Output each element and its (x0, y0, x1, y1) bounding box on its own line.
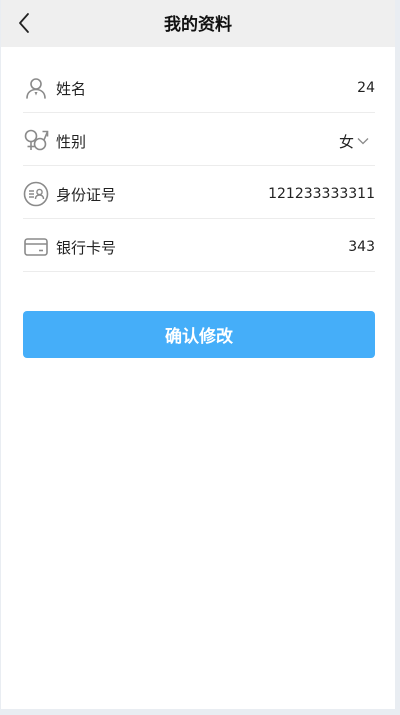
page-title: 我的资料 (164, 15, 232, 35)
name-input[interactable] (215, 80, 375, 96)
gender-value: 女 (338, 132, 354, 151)
chevron-down-icon (357, 137, 369, 145)
name-label: 姓名 (56, 79, 87, 98)
bank-card-icon (23, 234, 49, 260)
gender-icon (23, 128, 49, 154)
confirm-button[interactable]: 确认修改 (23, 311, 375, 358)
screen: 我的资料 姓名 24 性别 女 身份证号 121233333311 银行卡号 3… (1, 0, 395, 709)
id-number-input[interactable] (215, 186, 375, 202)
gender-label: 性别 (56, 132, 87, 151)
profile-form: 姓名 性别 女 (23, 64, 375, 272)
gender-select[interactable]: 女 (339, 131, 375, 152)
bank-card-label: 银行卡号 (56, 238, 117, 257)
id-card-icon (23, 181, 49, 207)
name-row: 姓名 (23, 64, 375, 113)
user-icon (23, 75, 49, 101)
gender-row: 性别 女 (23, 117, 375, 166)
id-number-row: 身份证号 (23, 170, 375, 219)
bank-card-row: 银行卡号 (23, 223, 375, 272)
id-number-label: 身份证号 (56, 185, 117, 204)
nav-bar: 我的资料 (1, 0, 395, 47)
bank-card-input[interactable] (215, 239, 375, 255)
